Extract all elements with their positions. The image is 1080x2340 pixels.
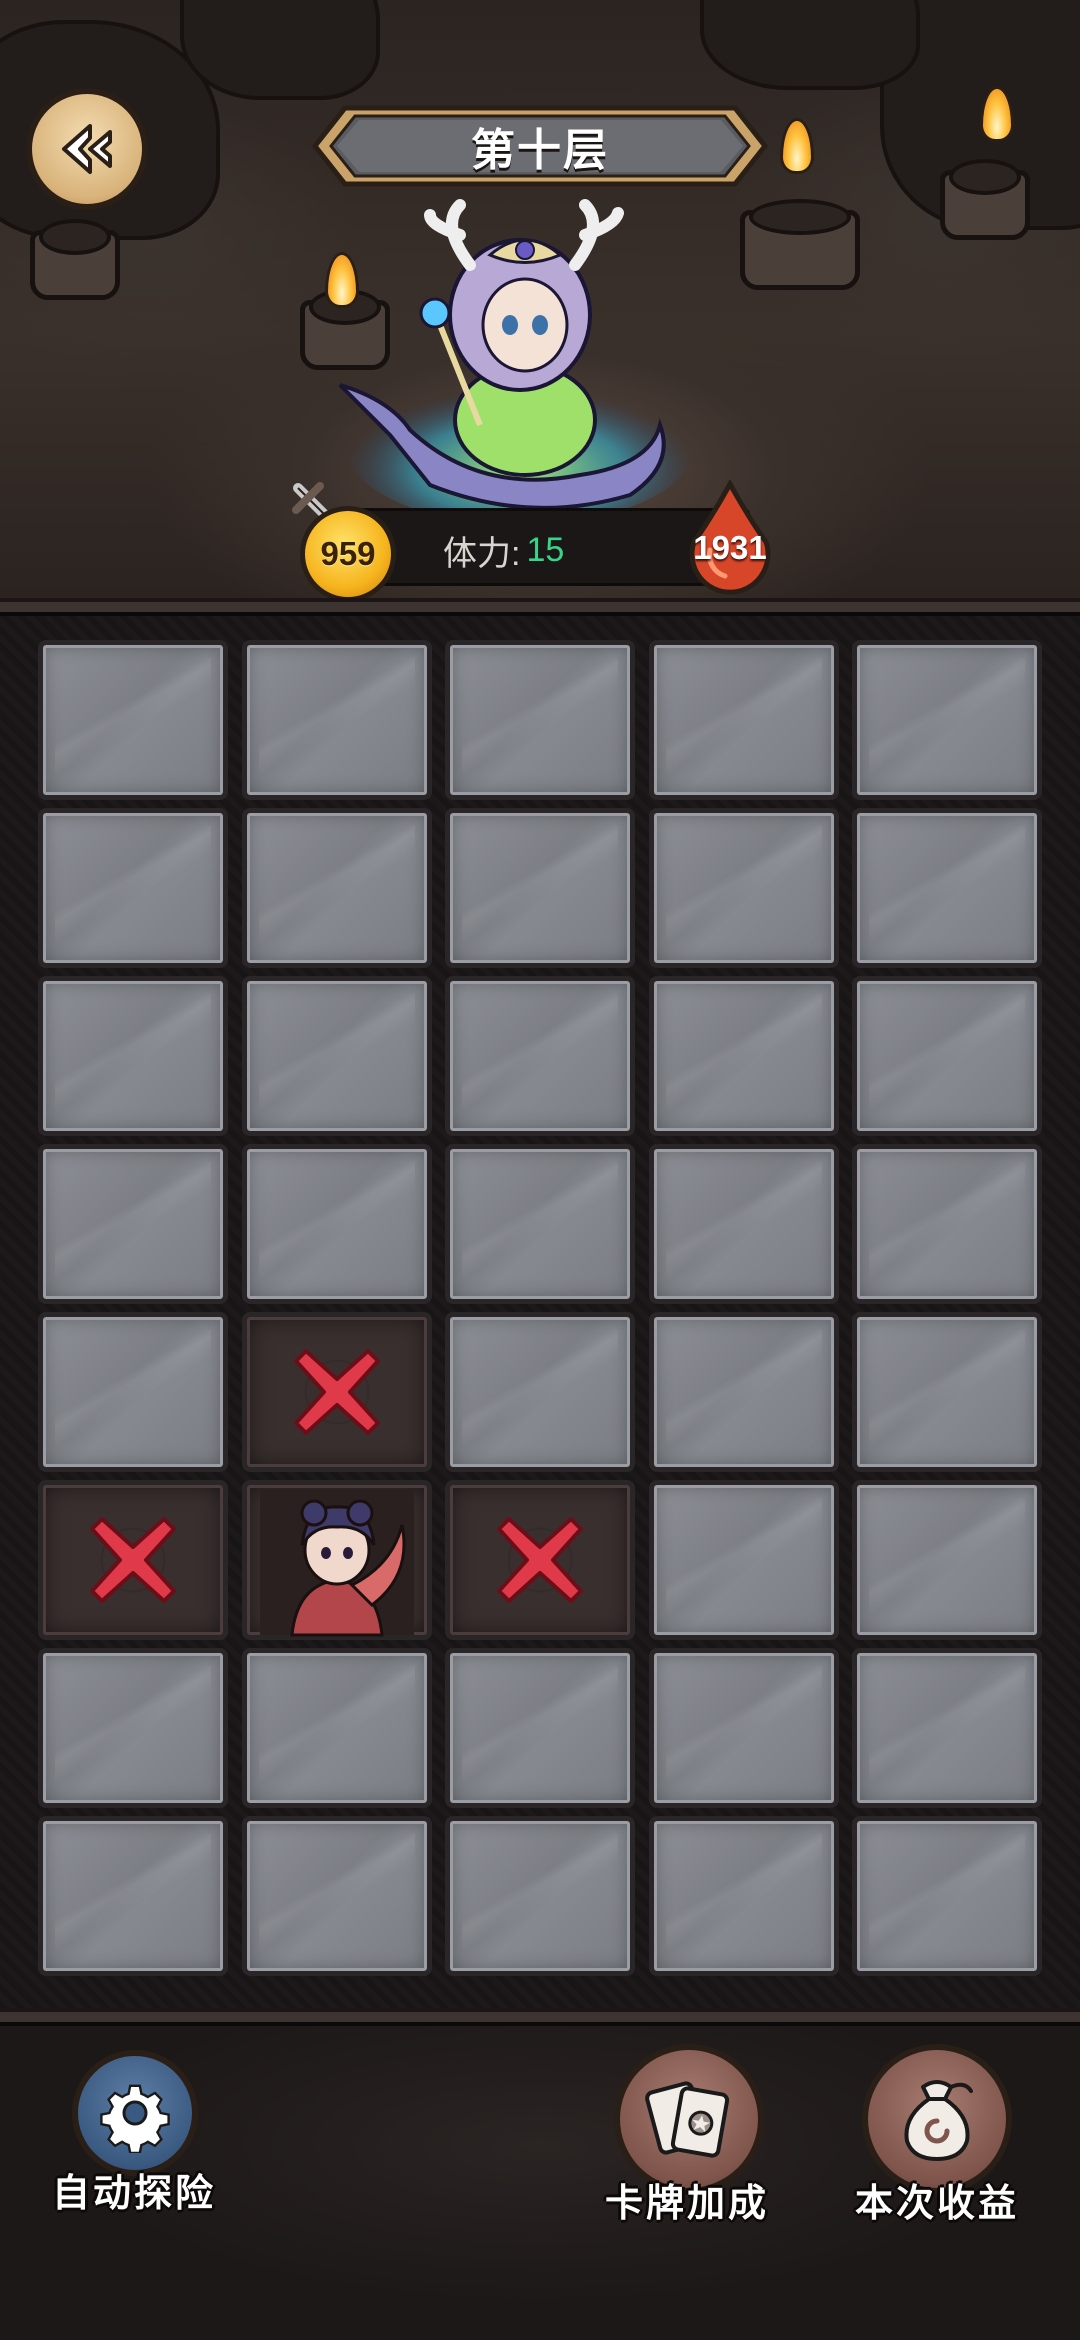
board-tile[interactable] [445,1816,635,1976]
board-tile[interactable] [445,1144,635,1304]
board-tile[interactable] [648,1312,839,1472]
board-tile[interactable] [445,640,635,800]
level-title: 第十层 [471,126,609,175]
board-tile[interactable] [38,1312,228,1472]
board-tile[interactable] [445,1312,635,1472]
board-tile[interactable] [38,640,228,800]
board-tile[interactable] [852,1480,1042,1640]
board-tile[interactable] [241,808,432,968]
exploration-board [38,640,1042,1984]
board-tile[interactable] [648,1144,839,1304]
board-tile[interactable] [852,1144,1042,1304]
card-bonus-label: 卡牌加成 [605,2183,770,2225]
board-tile-hero[interactable] [241,1480,432,1640]
board-tile[interactable] [38,1648,228,1808]
cards-icon [645,2081,730,2158]
hero-character [259,1489,414,1637]
board-tile[interactable] [852,1816,1042,1976]
stamina-label: 体力: [443,534,521,573]
board-tile[interactable] [38,1816,228,1976]
board-bottom-divider [0,2008,1080,2026]
board-tile[interactable] [445,808,635,968]
board-top-divider [0,598,1080,616]
board-tile[interactable] [648,1816,839,1976]
board-tile-blocked[interactable] [241,1312,432,1472]
board-tile[interactable] [241,1816,432,1976]
board-tile[interactable] [852,1648,1042,1808]
board-tile[interactable] [241,1144,432,1304]
boss-character [338,199,695,525]
blocked-x-icon [497,1517,583,1603]
back-button[interactable] [26,88,148,210]
level-banner: 第十层 [305,100,775,192]
stone-pillar [740,199,860,290]
back-arrow-icon [62,124,112,174]
board-tile[interactable] [852,976,1042,1136]
board-tile[interactable] [241,1648,432,1808]
blocked-x-icon [90,1517,176,1603]
auto-explore-button[interactable] [72,2050,198,2176]
money-bag-icon [904,2080,973,2161]
cave-rock [180,0,380,100]
board-tile[interactable] [445,1648,635,1808]
board-tile-blocked[interactable] [445,1480,635,1640]
board-tile-blocked[interactable] [38,1480,228,1640]
board-tile[interactable] [241,640,432,800]
attack-value-badge: 959 [300,506,396,602]
board-tile[interactable] [852,640,1042,800]
stone-pillar [940,159,1030,240]
torch-flame-icon [780,118,814,174]
board-tile[interactable] [648,976,839,1136]
board-tile[interactable] [648,1480,839,1640]
stamina-value: 15 [526,530,565,569]
hp-value: 1931 [693,529,767,566]
board-tile[interactable] [38,1144,228,1304]
auto-explore-label: 自动探险 [52,2173,217,2215]
cave-rock [700,0,920,90]
board-tile[interactable] [648,1648,839,1808]
stamina-display: 体力: 15 [443,511,564,589]
board-tile[interactable] [38,976,228,1136]
gear-icon [100,2084,170,2153]
earnings-label: 本次收益 [855,2183,1020,2225]
blocked-x-icon [293,1349,380,1435]
board-tile[interactable] [648,640,839,800]
board-tile[interactable] [648,808,839,968]
board-tile[interactable] [38,808,228,968]
board-tile[interactable] [852,1312,1042,1472]
board-tile[interactable] [445,976,635,1136]
stone-pillar [30,219,120,300]
board-tile[interactable] [241,976,432,1136]
board-tile[interactable] [852,808,1042,968]
